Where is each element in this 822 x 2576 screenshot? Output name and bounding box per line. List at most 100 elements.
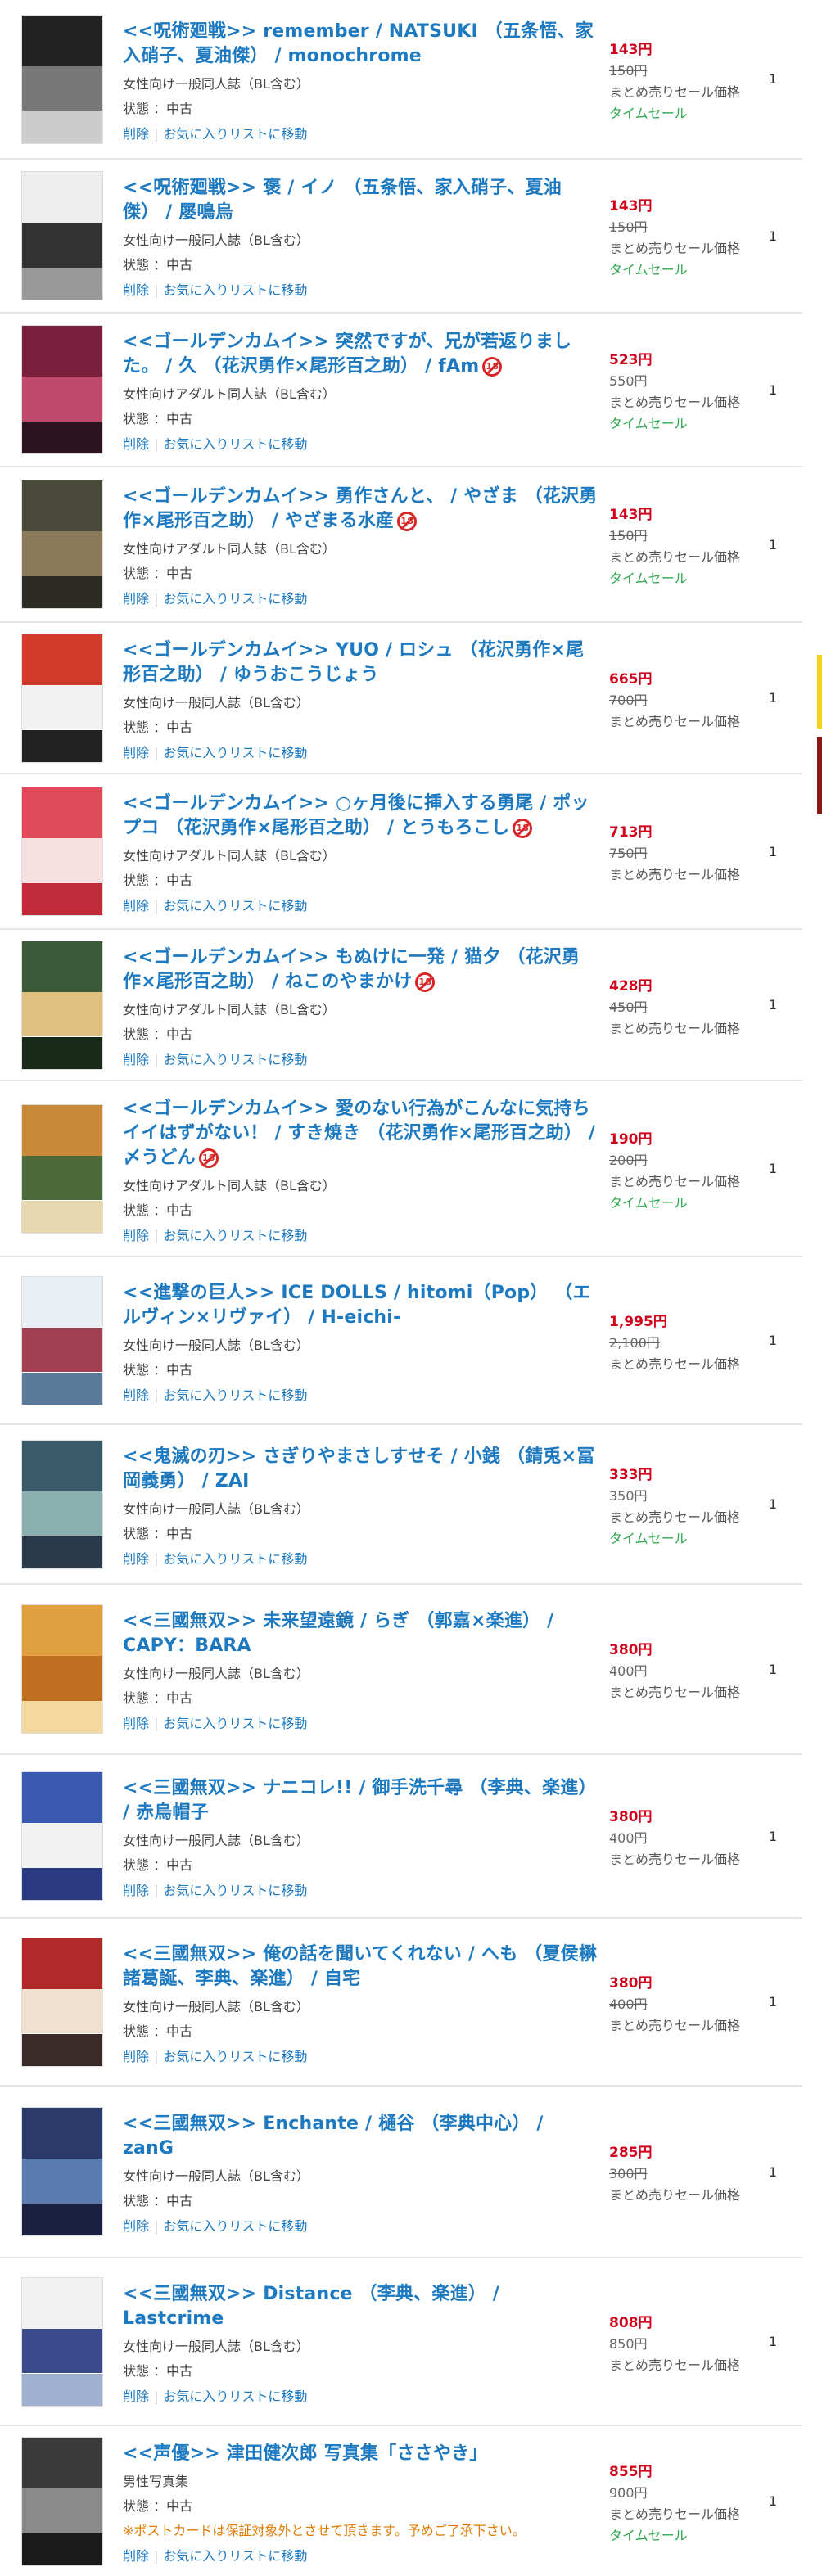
item-title-link[interactable]: <<三國無双>> Distance （李典、楽進） / Lastcrime — [123, 2282, 598, 2331]
move-to-favorites-link[interactable]: お気に入りリストに移動 — [163, 2389, 307, 2404]
item-price-block: 285円 300円 まとめ売りセール価格 — [609, 2137, 748, 2206]
item-thumbnail[interactable] — [21, 1439, 103, 1569]
item-title-text[interactable]: <<ゴールデンカムイ>> 勇作さんと、 / やざま （花沢勇作×尾形百之助） /… — [123, 486, 598, 531]
item-thumbnail[interactable] — [21, 940, 103, 1070]
item-title-link[interactable]: <<呪術廻戦>> 褒 / イノ （五条悟、家入硝子、夏油傑） / 屡鳴烏 — [123, 176, 598, 225]
separator: | — [154, 591, 159, 607]
item-title-text[interactable]: <<進撃の巨人>> ICE DOLLS / hitomi（Pop） （エルヴィン… — [123, 1283, 591, 1328]
move-to-favorites-link[interactable]: お気に入りリストに移動 — [163, 1716, 307, 1731]
item-thumbnail[interactable] — [21, 2436, 103, 2566]
move-to-favorites-link[interactable]: お気に入りリストに移動 — [163, 2218, 307, 2234]
item-thumbnail[interactable] — [21, 14, 103, 144]
item-title-text[interactable]: <<声優>> 津田健次郎 写真集「ささやき」 — [123, 2443, 487, 2464]
set-sale-label: まとめ売りセール価格 — [609, 2187, 741, 2203]
item-price-block: 523円 550円 まとめ売りセール価格 タイムセール — [609, 345, 748, 435]
delete-link[interactable]: 削除 — [123, 1052, 149, 1067]
delete-link[interactable]: 削除 — [123, 2548, 149, 2564]
delete-link[interactable]: 削除 — [123, 745, 149, 760]
delete-link[interactable]: 削除 — [123, 2049, 149, 2064]
item-title-text[interactable]: <<三國無双>> 未来望遠鏡 / らぎ （郭嘉×楽進） / CAPY：BARA — [123, 1611, 553, 1656]
item-thumbnail[interactable] — [21, 325, 103, 454]
delete-link[interactable]: 削除 — [123, 1551, 149, 1567]
original-price: 150円 — [609, 219, 648, 235]
item-title-link[interactable]: <<呪術廻戦>> remember / NATSUKI （五条悟、家入硝子、夏油… — [123, 20, 598, 69]
move-to-favorites-link[interactable]: お気に入りリストに移動 — [163, 1228, 307, 1243]
item-title-link[interactable]: <<ゴールデンカムイ>> もぬけに一発 / 猫夕 （花沢勇作×尾形百之助） / … — [123, 945, 598, 995]
separator: | — [154, 2048, 159, 2064]
item-title-link[interactable]: <<三國無双>> 俺の話を聞いてくれない / へも （夏侯楙 諸葛誕、李典、楽進… — [123, 1942, 598, 1992]
delete-link[interactable]: 削除 — [123, 436, 149, 452]
item-thumbnail[interactable] — [21, 1103, 103, 1234]
item-title-text[interactable]: <<鬼滅の刃>> さぎりやまさしすせそ / 小銭 （錆兎×冨岡義勇） / ZAI — [123, 1446, 594, 1491]
move-to-favorites-link[interactable]: お気に入りリストに移動 — [163, 745, 307, 760]
item-condition: 状態 ：中古 — [123, 1690, 193, 1706]
original-price: 400円 — [609, 1663, 648, 1679]
item-thumbnail[interactable] — [21, 1604, 103, 1734]
item-title-link[interactable]: <<三國無双>> ナニコレ!! / 御手洗千尋 （李典、楽進） / 赤烏帽子 — [123, 1776, 598, 1825]
delete-link[interactable]: 削除 — [123, 126, 149, 142]
item-thumbnail[interactable] — [21, 787, 103, 916]
item-thumbnail[interactable] — [21, 1275, 103, 1405]
item-thumbnail[interactable] — [21, 480, 103, 609]
item-thumbnail[interactable] — [21, 1771, 103, 1901]
item-category: 女性向け一般同人誌（BL含む） — [123, 2338, 309, 2354]
item-title-text[interactable]: <<ゴールデンカムイ>> 愛のない行為がこんなに気持ちイイはずがない！ / すき… — [123, 1099, 595, 1168]
delete-link[interactable]: 削除 — [123, 1228, 149, 1243]
move-to-favorites-link[interactable]: お気に入りリストに移動 — [163, 2049, 307, 2064]
move-to-favorites-link[interactable]: お気に入りリストに移動 — [163, 898, 307, 914]
delete-link[interactable]: 削除 — [123, 591, 149, 607]
item-title-link[interactable]: <<声優>> 津田健次郎 写真集「ささやき」 — [123, 2442, 598, 2466]
move-to-favorites-link[interactable]: お気に入りリストに移動 — [163, 282, 307, 298]
cart-item-row: <<三國無双>> 未来望遠鏡 / らぎ （郭嘉×楽進） / CAPY：BARA 女… — [0, 1585, 802, 1755]
move-to-favorites-link[interactable]: お気に入りリストに移動 — [163, 126, 307, 142]
item-title-link[interactable]: <<ゴールデンカムイ>> 突然ですが、兄が若返りました。 / 久 （花沢勇作×尾… — [123, 330, 598, 379]
item-title-text[interactable]: <<三國無双>> Enchante / 樋谷 （李典中心） / zanG — [123, 2114, 544, 2159]
item-title-text[interactable]: <<ゴールデンカムイ>> もぬけに一発 / 猫夕 （花沢勇作×尾形百之助） / … — [123, 947, 580, 992]
item-title-link[interactable]: <<鬼滅の刃>> さぎりやまさしすせそ / 小銭 （錆兎×冨岡義勇） / ZAI — [123, 1445, 598, 1494]
item-title-text[interactable]: <<三國無双>> ナニコレ!! / 御手洗千尋 （李典、楽進） / 赤烏帽子 — [123, 1778, 597, 1823]
item-actions: 削除 | お気に入りリストに移動 — [123, 586, 598, 612]
current-price: 285円 — [609, 2145, 653, 2161]
item-title-text[interactable]: <<ゴールデンカムイ>> 突然ですが、兄が若返りました。 / 久 （花沢勇作×尾… — [123, 332, 571, 377]
item-title-link[interactable]: <<進撃の巨人>> ICE DOLLS / hitomi（Pop） （エルヴィン… — [123, 1281, 598, 1330]
item-title-text[interactable]: <<呪術廻戦>> 褒 / イノ （五条悟、家入硝子、夏油傑） / 屡鳴烏 — [123, 178, 562, 223]
item-thumbnail[interactable] — [21, 2107, 103, 2236]
item-thumbnail[interactable] — [21, 171, 103, 300]
item-title-text[interactable]: <<ゴールデンカムイ>> YUO / ロシュ （花沢勇作×尾形百之助） / ゆう… — [123, 640, 584, 685]
item-title-link[interactable]: <<三國無双>> Enchante / 樋谷 （李典中心） / zanG — [123, 2112, 598, 2161]
move-to-favorites-link[interactable]: お気に入りリストに移動 — [163, 1387, 307, 1403]
delete-link[interactable]: 削除 — [123, 2218, 149, 2234]
item-title-link[interactable]: <<三國無双>> 未来望遠鏡 / らぎ （郭嘉×楽進） / CAPY：BARA — [123, 1609, 598, 1658]
delete-link[interactable]: 削除 — [123, 2389, 149, 2404]
item-title-text[interactable]: <<呪術廻戦>> remember / NATSUKI （五条悟、家入硝子、夏油… — [123, 21, 594, 66]
separator: | — [154, 1051, 159, 1067]
move-to-favorites-link[interactable]: お気に入りリストに移動 — [163, 1883, 307, 1898]
item-title-text[interactable]: <<三國無双>> Distance （李典、楽進） / Lastcrime — [123, 2284, 499, 2329]
delete-link[interactable]: 削除 — [123, 1716, 149, 1731]
item-title-link[interactable]: <<ゴールデンカムイ>> 勇作さんと、 / やざま （花沢勇作×尾形百之助） /… — [123, 485, 598, 534]
move-to-favorites-link[interactable]: お気に入りリストに移動 — [163, 591, 307, 607]
item-title-link[interactable]: <<ゴールデンカムイ>> 愛のない行為がこんなに気持ちイイはずがない！ / すき… — [123, 1097, 598, 1171]
move-to-favorites-link[interactable]: お気に入りリストに移動 — [163, 1551, 307, 1567]
item-title-link[interactable]: <<ゴールデンカムイ>> ○ヶ月後に挿入する勇尾 / ポップコ （花沢勇作×尾形… — [123, 792, 598, 841]
cart-item-row: <<鬼滅の刃>> さぎりやまさしすせそ / 小銭 （錆兎×冨岡義勇） / ZAI… — [0, 1425, 802, 1585]
item-condition: 状態 ：中古 — [123, 2362, 193, 2379]
delete-link[interactable]: 削除 — [123, 1883, 149, 1898]
item-title-link[interactable]: <<ゴールデンカムイ>> YUO / ロシュ （花沢勇作×尾形百之助） / ゆう… — [123, 638, 598, 688]
set-sale-label: まとめ売りセール価格 — [609, 1852, 741, 1867]
item-price-block: 665円 700円 まとめ売りセール価格 — [609, 664, 748, 733]
set-sale-label: まとめ売りセール価格 — [609, 2017, 741, 2033]
item-title-text[interactable]: <<三國無双>> 俺の話を聞いてくれない / へも （夏侯楙 諸葛誕、李典、楽進… — [123, 1944, 597, 1989]
move-to-favorites-link[interactable]: お気に入りリストに移動 — [163, 2548, 307, 2564]
move-to-favorites-link[interactable]: お気に入りリストに移動 — [163, 436, 307, 452]
item-info: <<鬼滅の刃>> さぎりやまさしすせそ / 小銭 （錆兎×冨岡義勇） / ZAI… — [123, 1437, 598, 1572]
item-thumbnail[interactable] — [21, 633, 103, 763]
item-thumbnail[interactable] — [21, 2276, 103, 2407]
delete-link[interactable]: 削除 — [123, 282, 149, 298]
delete-link[interactable]: 削除 — [123, 898, 149, 914]
item-thumbnail[interactable] — [21, 1937, 103, 2067]
current-price: 333円 — [609, 1466, 653, 1483]
move-to-favorites-link[interactable]: お気に入りリストに移動 — [163, 1052, 307, 1067]
delete-link[interactable]: 削除 — [123, 1387, 149, 1403]
item-quantity: 1 — [768, 843, 778, 859]
